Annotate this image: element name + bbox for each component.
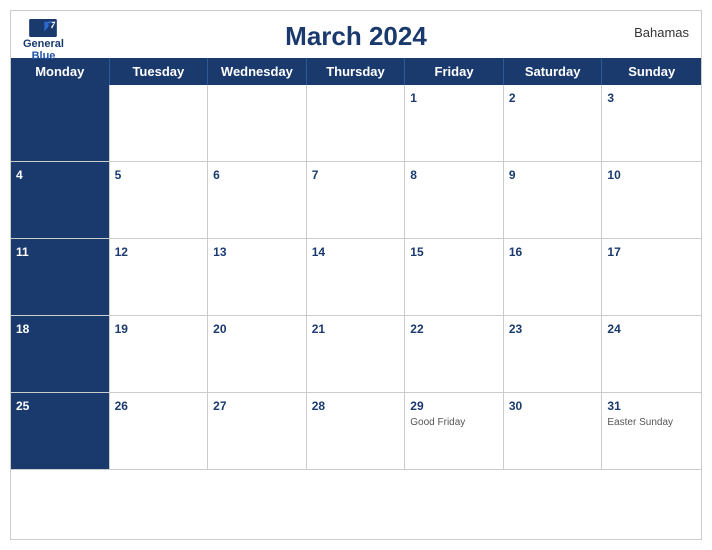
calendar: General Blue March 2024 Bahamas MondayTu…	[10, 10, 702, 540]
cal-cell: 3	[602, 85, 701, 162]
cal-cell: 1	[405, 85, 504, 162]
day-header-thursday: Thursday	[307, 58, 406, 85]
event-label: Easter Sunday	[607, 417, 696, 428]
date-number: 3	[607, 91, 614, 105]
cal-cell	[307, 85, 406, 162]
cal-cell: 11	[11, 239, 110, 316]
date-number: 15	[410, 245, 423, 259]
day-header-wednesday: Wednesday	[208, 58, 307, 85]
event-label: Good Friday	[410, 417, 498, 428]
logo: General Blue	[23, 19, 64, 62]
month-title: March 2024	[285, 21, 427, 52]
cal-cell: 22	[405, 316, 504, 393]
date-number: 16	[509, 245, 522, 259]
date-number: 17	[607, 245, 620, 259]
date-number: 1	[410, 91, 417, 105]
day-header-sunday: Sunday	[602, 58, 701, 85]
date-number: 21	[312, 322, 325, 336]
country-label: Bahamas	[634, 25, 689, 40]
cal-cell: 19	[110, 316, 209, 393]
cal-cell: 4	[11, 162, 110, 239]
week-row-3: 11 12 13 14 15 16 17	[11, 239, 701, 316]
week-row-4: 18 19 20 21 22 23 24	[11, 316, 701, 393]
date-number: 5	[115, 168, 122, 182]
date-number: 9	[509, 168, 516, 182]
cal-cell: 15	[405, 239, 504, 316]
date-number: 6	[213, 168, 220, 182]
cal-cell: 14	[307, 239, 406, 316]
cal-cell	[110, 85, 209, 162]
day-header-saturday: Saturday	[504, 58, 603, 85]
cal-cell: 5	[110, 162, 209, 239]
date-number: 12	[115, 245, 128, 259]
calendar-header: General Blue March 2024 Bahamas	[11, 11, 701, 58]
cal-cell: 26	[110, 393, 209, 470]
week-row-5: 25 26 27 28 29 Good Friday 30 31 Easter Sunday	[11, 393, 701, 470]
date-number: 14	[312, 245, 325, 259]
date-number: 19	[115, 322, 128, 336]
cal-cell: 25	[11, 393, 110, 470]
day-header-friday: Friday	[405, 58, 504, 85]
cal-cell: 10	[602, 162, 701, 239]
date-number: 22	[410, 322, 423, 336]
date-number: 30	[509, 399, 522, 413]
date-number: 28	[312, 399, 325, 413]
cal-cell: 6	[208, 162, 307, 239]
cal-cell	[208, 85, 307, 162]
date-number: 31	[607, 399, 620, 413]
date-number: 13	[213, 245, 226, 259]
date-number: 10	[607, 168, 620, 182]
date-number: 8	[410, 168, 417, 182]
cal-cell: 18	[11, 316, 110, 393]
cal-cell: 17	[602, 239, 701, 316]
cal-cell: 20	[208, 316, 307, 393]
date-number: 23	[509, 322, 522, 336]
cal-cell: 2	[504, 85, 603, 162]
cal-cell: 30	[504, 393, 603, 470]
cal-cell: 13	[208, 239, 307, 316]
cal-cell: 9	[504, 162, 603, 239]
week-row-2: 4 5 6 7 8 9 10	[11, 162, 701, 239]
logo-general-text: General	[23, 38, 64, 50]
cal-cell: 27	[208, 393, 307, 470]
day-headers: MondayTuesdayWednesdayThursdayFridaySatu…	[11, 58, 701, 85]
cal-cell: 31 Easter Sunday	[602, 393, 701, 470]
date-number: 4	[16, 168, 23, 182]
date-number: 27	[213, 399, 226, 413]
cal-cell: 21	[307, 316, 406, 393]
date-number: 18	[16, 322, 29, 336]
cal-cell: 29 Good Friday	[405, 393, 504, 470]
date-number: 25	[16, 399, 29, 413]
date-number: 26	[115, 399, 128, 413]
cal-cell: 8	[405, 162, 504, 239]
cal-cell: 23	[504, 316, 603, 393]
cal-cell: 24	[602, 316, 701, 393]
date-number: 29	[410, 399, 423, 413]
date-number: 7	[312, 168, 319, 182]
day-header-tuesday: Tuesday	[110, 58, 209, 85]
date-number: 11	[16, 245, 29, 259]
week-row-1: 1 2 3	[11, 85, 701, 162]
date-number: 20	[213, 322, 226, 336]
date-number: 24	[607, 322, 620, 336]
cal-cell: 28	[307, 393, 406, 470]
logo-blue-text: Blue	[32, 50, 56, 62]
date-number: 2	[509, 91, 516, 105]
logo-icon	[29, 19, 57, 37]
cal-cell	[11, 85, 110, 162]
cal-cell: 12	[110, 239, 209, 316]
cal-cell: 7	[307, 162, 406, 239]
calendar-body: 1234567891011121314151617181920212223242…	[11, 85, 701, 521]
cal-cell: 16	[504, 239, 603, 316]
